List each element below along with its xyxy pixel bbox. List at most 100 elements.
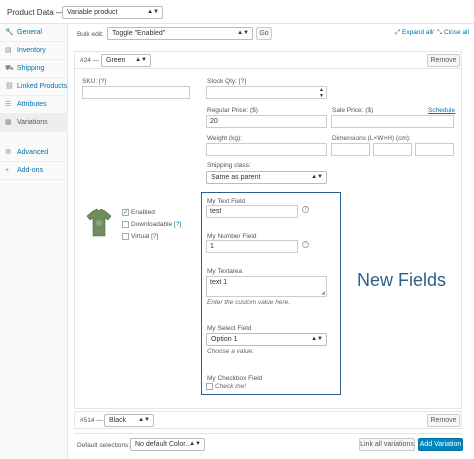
list-icon: ☰ — [5, 101, 12, 108]
expand-all-link[interactable]: ⤢ Expand all — [395, 29, 432, 37]
textarea-hint: Enter the custom value here. — [207, 299, 291, 306]
sale-price-label: Sale Price: ($) — [332, 107, 374, 114]
stock-qty-label-text: Stock Qty: — [207, 78, 237, 85]
variation-id: #514 — — [80, 417, 103, 424]
help-tip-icon[interactable]: ? — [302, 241, 309, 248]
chevron-down-icon: ▲▼ — [311, 336, 323, 342]
chevron-down-icon: ▲▼ — [311, 174, 323, 180]
close-all-label: Close all — [444, 29, 469, 36]
close-all-link[interactable]: ⤡ Close all — [437, 29, 469, 37]
regular-price-input[interactable]: 20 — [206, 115, 327, 128]
product-type-select[interactable]: Variable product ▲▼ — [62, 6, 163, 19]
text-field-label: My Text Field — [207, 198, 246, 205]
virtual-label: Virtual [?] — [131, 233, 158, 240]
text-field-value: test — [210, 208, 222, 215]
remove-variation-button[interactable]: Remove — [427, 54, 460, 67]
stock-qty-help-link[interactable]: [?] — [239, 78, 246, 85]
toolbar-separator: / — [432, 29, 434, 36]
tab-variations[interactable]: ▦ Variations — [0, 114, 68, 132]
gear-icon: ⚙ — [5, 149, 12, 156]
chevron-down-icon: ▲▼ — [138, 417, 150, 423]
help-tip-icon[interactable]: ? — [302, 206, 309, 213]
go-button[interactable]: Go — [256, 27, 272, 40]
tab-attributes[interactable]: ☰ Attributes — [0, 96, 68, 114]
tab-inventory[interactable]: ▤ Inventory — [0, 42, 68, 60]
stock-qty-input[interactable]: ▲ ▼ — [206, 86, 327, 99]
downloadable-checkbox[interactable] — [122, 221, 129, 228]
tab-label: Add-ons — [17, 167, 44, 174]
variation-attribute-select[interactable]: Green ▲▼ — [101, 54, 151, 67]
virtual-label-text: Virtual — [131, 233, 150, 240]
tab-shipping[interactable]: ⛟ Shipping — [0, 60, 68, 78]
dimensions-label: Dimensions (L×W×H) (cm): — [332, 135, 411, 142]
remove-variation-button[interactable]: Remove — [427, 414, 460, 427]
width-input[interactable] — [373, 143, 412, 156]
weight-label: Weight (kg): — [207, 135, 242, 142]
tab-label: Advanced — [17, 149, 49, 156]
enabled-checkbox[interactable]: ✓ — [122, 209, 129, 216]
default-selections-label: Default selections: — [77, 442, 131, 449]
wrench-icon: 🔧 — [5, 29, 14, 36]
sale-price-input[interactable] — [331, 115, 454, 128]
product-data-header: Product Data — Variable product ▲▼ — [0, 0, 474, 24]
downloadable-label-text: Downloadable — [131, 221, 173, 228]
grid-icon: ▦ — [5, 119, 12, 126]
product-data-title: Product Data — — [7, 8, 64, 17]
tab-linked-products[interactable]: ⛓ Linked Products — [0, 78, 68, 96]
textarea-value: text 1 — [210, 279, 228, 286]
sku-help-link[interactable]: [?] — [99, 78, 106, 85]
textarea-label: My Textarea — [207, 268, 243, 275]
bulk-edit-label: Bulk edit: — [77, 31, 104, 38]
shipping-class-label: Shipping class: — [207, 162, 251, 169]
tshirt-icon — [84, 206, 114, 240]
bulk-edit-select[interactable]: Toggle "Enabled" ▲▼ — [107, 27, 253, 40]
tab-general[interactable]: 🔧 General — [0, 24, 68, 42]
resize-handle-icon[interactable]: ◢ — [321, 291, 325, 296]
height-input[interactable] — [415, 143, 454, 156]
shipping-class-select[interactable]: Same as parent ▲▼ — [206, 171, 327, 184]
select-field-dropdown[interactable]: Option 1 ▲▼ — [206, 333, 327, 346]
tab-label: Attributes — [17, 101, 47, 108]
variation-id: #24 — — [80, 57, 100, 64]
tab-add-ons[interactable]: + Add-ons — [0, 162, 68, 180]
chevron-down-icon: ▲▼ — [135, 57, 147, 63]
regular-price-value: 20 — [210, 118, 218, 125]
add-variation-button[interactable]: Add Variation — [418, 438, 463, 451]
variation-header[interactable]: #514 — Black ▲▼ Remove — [74, 411, 462, 429]
length-input[interactable] — [331, 143, 370, 156]
bulk-edit-value: Toggle "Enabled" — [112, 30, 166, 37]
variation-attribute-select[interactable]: Black ▲▼ — [104, 414, 154, 427]
virtual-help-link[interactable]: [?] — [151, 233, 158, 240]
tab-advanced[interactable]: ⚙ Advanced — [0, 144, 68, 162]
variation-header[interactable]: #24 — Green ▲▼ Remove — [74, 51, 462, 69]
shipping-class-value: Same as parent — [211, 174, 261, 181]
link-all-variations-button[interactable]: Link all variations — [359, 438, 415, 451]
chevron-down-icon: ▲▼ — [237, 30, 249, 36]
close-all-icon: ⤡ — [437, 29, 445, 36]
sku-input[interactable] — [82, 86, 190, 99]
checkbox-field-label: My Checkbox Field — [207, 375, 263, 382]
virtual-checkbox[interactable] — [122, 233, 129, 240]
default-color-select[interactable]: No default Color... ▲▼ — [130, 438, 205, 451]
tab-label: General — [17, 29, 42, 36]
variation-image[interactable] — [84, 206, 114, 240]
footer-divider — [74, 433, 462, 434]
link-icon: ⛓ — [5, 83, 14, 90]
regular-price-label: Regular Price: ($) — [207, 107, 258, 114]
number-field-input[interactable]: 1 — [206, 240, 298, 253]
schedule-link[interactable]: Schedule — [428, 107, 455, 114]
tab-label: Variations — [17, 119, 48, 126]
sku-label-text: SKU: — [82, 78, 98, 85]
tab-label: Shipping — [17, 65, 45, 72]
chevron-down-icon: ▲▼ — [147, 9, 159, 15]
custom-checkbox[interactable] — [206, 383, 213, 390]
downloadable-help-link[interactable]: [?] — [174, 221, 181, 228]
text-field-input[interactable]: test — [206, 205, 298, 218]
stepper-arrows-icon[interactable]: ▲ ▼ — [319, 87, 324, 99]
textarea-input[interactable]: text 1 ◢ — [206, 276, 327, 297]
variation-attribute-value: Black — [109, 417, 127, 424]
number-field-value: 1 — [210, 243, 214, 250]
weight-input[interactable] — [206, 143, 327, 156]
expand-all-label: Expand all — [402, 29, 433, 36]
new-fields-callout: New Fields — [357, 270, 447, 290]
